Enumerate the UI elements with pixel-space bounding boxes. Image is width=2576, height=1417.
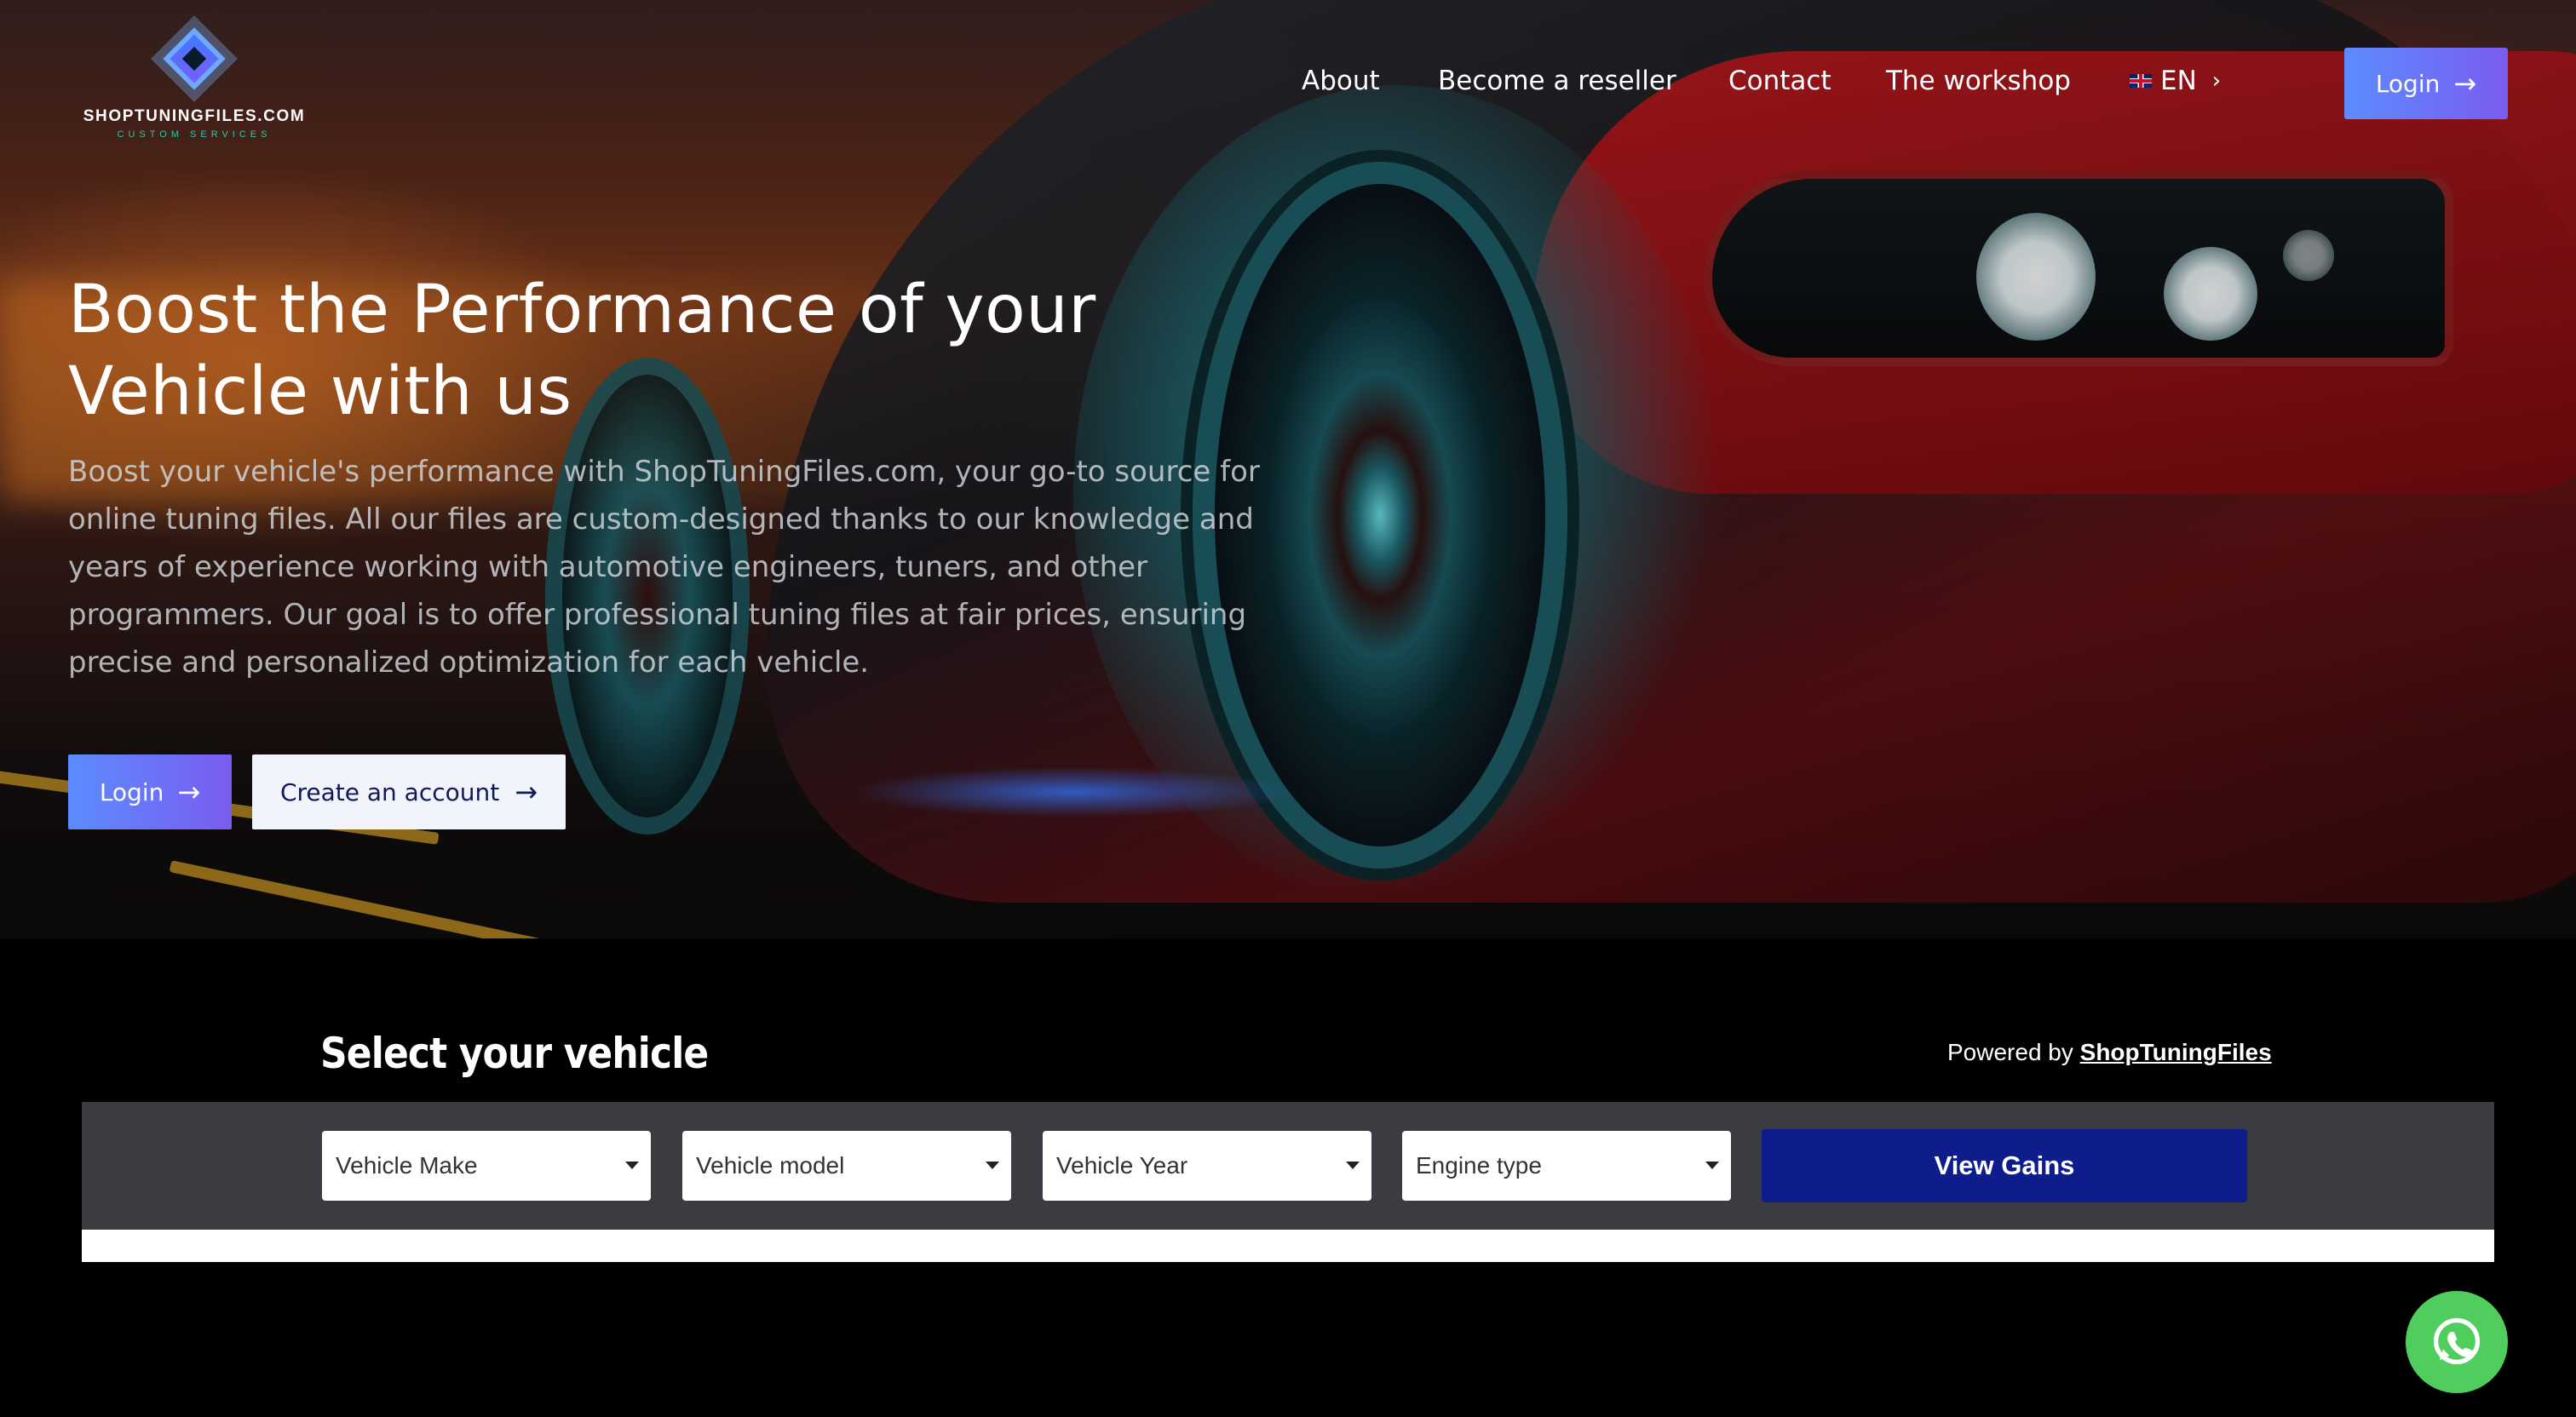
- powered-by-prefix: Powered by: [1947, 1039, 2073, 1065]
- vehicle-year-placeholder: Vehicle Year: [1056, 1152, 1188, 1179]
- vehicle-selector-title: Select your vehicle: [320, 1029, 709, 1078]
- powered-by: Powered by ShopTuningFiles: [1947, 1039, 2272, 1066]
- create-account-button[interactable]: Create an account →: [252, 754, 566, 829]
- hero-login-label: Login: [99, 777, 164, 806]
- nav-contact[interactable]: Contact: [1728, 60, 1831, 102]
- whatsapp-icon: [2433, 1317, 2481, 1365]
- engine-type-select[interactable]: Engine type: [1402, 1131, 1731, 1201]
- create-account-label: Create an account: [279, 777, 500, 806]
- hero-title: Boost the Performance of your Vehicle wi…: [68, 272, 1096, 430]
- caret-down-icon: [986, 1162, 999, 1169]
- site-logo[interactable]: SHOPTUNINGFILES.COM CUSTOM SERVICES: [75, 22, 313, 150]
- uk-flag-icon: [2130, 74, 2152, 88]
- vehicle-year-select[interactable]: Vehicle Year: [1043, 1131, 1371, 1201]
- arrow-right-icon: →: [515, 776, 538, 808]
- nav-about[interactable]: About: [1302, 60, 1380, 102]
- header-login-label: Login: [2375, 69, 2441, 98]
- header-login-button[interactable]: Login →: [2344, 48, 2508, 119]
- nav-the-workshop[interactable]: The workshop: [1886, 60, 2071, 102]
- caret-down-icon: [625, 1162, 639, 1169]
- language-selector[interactable]: EN ›: [2130, 60, 2221, 102]
- hero-login-button[interactable]: Login →: [68, 754, 232, 829]
- whatsapp-chat-button[interactable]: [2406, 1291, 2508, 1393]
- caret-down-icon: [1705, 1162, 1719, 1169]
- vehicle-model-select[interactable]: Vehicle model: [682, 1131, 1011, 1201]
- vehicle-model-placeholder: Vehicle model: [696, 1152, 845, 1179]
- language-label: EN: [2160, 66, 2197, 96]
- vehicle-selector-results: [82, 1230, 2494, 1262]
- logo-tagline: CUSTOM SERVICES: [117, 129, 272, 140]
- arrow-right-icon: →: [2453, 67, 2477, 100]
- view-gains-button[interactable]: View Gains: [1762, 1129, 2247, 1202]
- nav-become-reseller[interactable]: Become a reseller: [1438, 60, 1676, 102]
- vehicle-make-select[interactable]: Vehicle Make: [322, 1131, 651, 1201]
- logo-mark-icon: [158, 22, 231, 95]
- chevron-right-icon: ›: [2211, 68, 2222, 94]
- arrow-right-icon: →: [177, 776, 201, 808]
- vehicle-make-placeholder: Vehicle Make: [336, 1152, 478, 1179]
- powered-by-link[interactable]: ShopTuningFiles: [2080, 1039, 2272, 1065]
- engine-type-placeholder: Engine type: [1416, 1152, 1542, 1179]
- caret-down-icon: [1346, 1162, 1360, 1169]
- logo-name: SHOPTUNINGFILES.COM: [83, 107, 306, 125]
- hero-description: Boost your vehicle's performance with Sh…: [68, 455, 1260, 680]
